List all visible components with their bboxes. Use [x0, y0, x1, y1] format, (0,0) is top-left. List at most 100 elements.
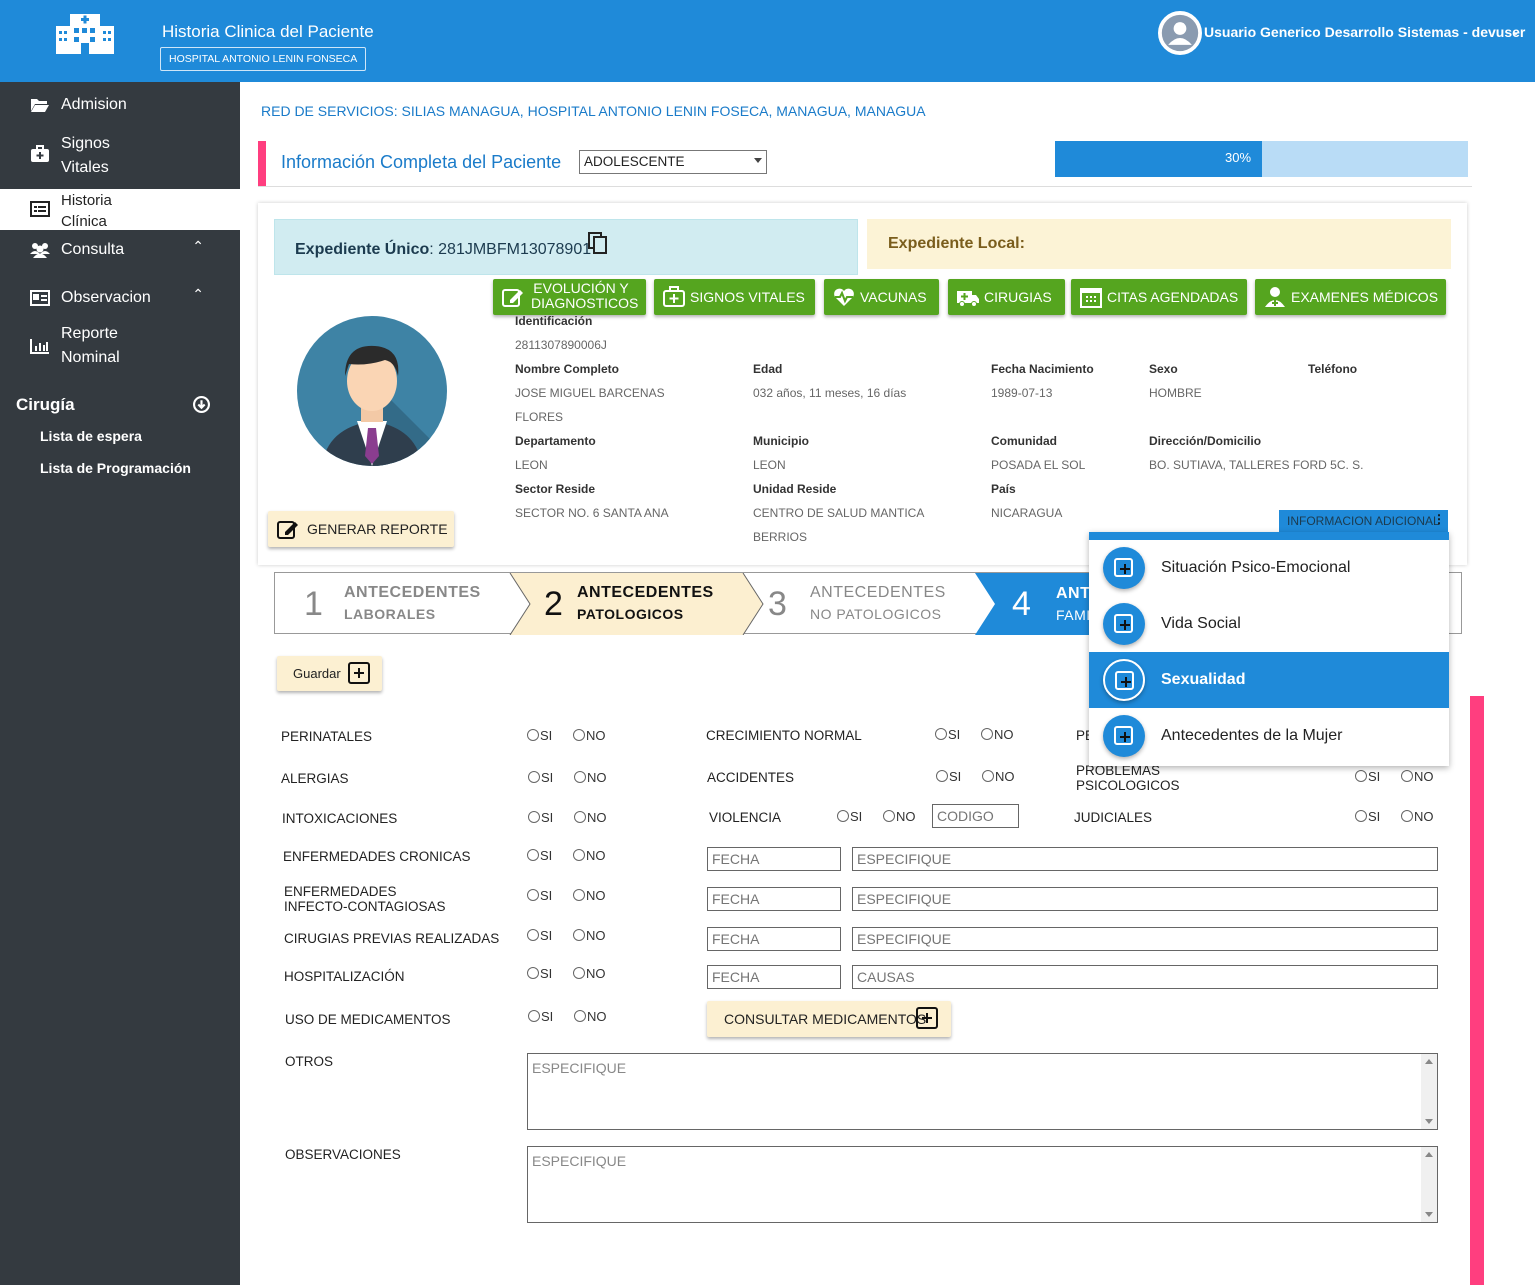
informacion-adicional-button[interactable]: INFORMACION ADICIONAL ⋮ — [1279, 510, 1448, 532]
sidebar-item-admision[interactable]: Admision — [0, 94, 240, 116]
menu-item-sexualidad[interactable]: Sexualidad — [1089, 652, 1449, 708]
informacion-adicional-menu: Situación Psico-Emocional Vida Social Se… — [1089, 532, 1449, 766]
chevron-down-icon[interactable]: ⌄ — [1510, 22, 1522, 39]
step-number: 1 — [304, 585, 323, 623]
accent-bar — [258, 141, 266, 186]
expediente-local-label: Expediente Local: — [888, 235, 1025, 252]
step-number: 3 — [768, 585, 787, 623]
unidad-value: CENTRO DE SALUD MANTICA — [753, 506, 925, 520]
radio-no[interactable]: NO — [573, 928, 606, 943]
sidebar-sub-lista-programacion[interactable]: Lista de Programación — [40, 460, 191, 476]
expediente-unico-box: Expediente Único: 281JMBFM13078901 — [274, 219, 858, 275]
sidebar-item-consulta[interactable]: Consulta ⌃ — [0, 238, 240, 262]
sidebar: Admision Signos Vitales Historia Clínica… — [0, 82, 240, 1285]
especifique-input[interactable] — [852, 887, 1438, 911]
dept-label: Departamento — [515, 434, 596, 448]
radio-si[interactable]: SI — [527, 728, 552, 743]
plus-circle-icon — [1103, 603, 1145, 645]
chevron-up-icon[interactable]: ⌃ — [192, 238, 204, 255]
button-label: CONSULTAR MEDICAMENTOS — [724, 1011, 927, 1027]
more-vertical-icon: ⋮ — [1433, 512, 1445, 526]
radio-no[interactable]: NO — [573, 888, 606, 903]
evolucion-diagnosticos-button[interactable]: EVOLUCIÓN Y DIAGNOSTICOS — [493, 279, 646, 315]
radio-si[interactable]: SI — [1355, 809, 1380, 824]
fecha-input[interactable] — [707, 847, 841, 871]
user-name[interactable]: Usuario Generico Desarrollo Sistemas - d… — [1204, 24, 1525, 40]
sidebar-item-observacion[interactable]: Observacion ⌃ — [0, 286, 240, 310]
sidebar-item-historia-clinica[interactable]: Historia Clínica — [0, 189, 240, 230]
radio-no[interactable]: NO — [574, 810, 607, 825]
fecha-input[interactable] — [707, 927, 841, 951]
chevron-up-icon[interactable]: ⌃ — [192, 286, 204, 303]
sex-value: HOMBRE — [1149, 386, 1202, 400]
radio-no[interactable]: NO — [573, 848, 606, 863]
menu-item-antecedentes-mujer[interactable]: Antecedentes de la Mujer — [1089, 708, 1449, 764]
age-group-select[interactable]: ADOLESCENTE — [579, 150, 767, 174]
radio-no[interactable]: NO — [574, 1009, 607, 1024]
menu-item-vida-social[interactable]: Vida Social — [1089, 596, 1449, 652]
id-value: 2811307890006J — [515, 338, 607, 352]
citas-agendadas-button[interactable]: CITAS AGENDADAS — [1071, 279, 1247, 315]
radio-no[interactable]: NO — [574, 770, 607, 785]
button-label: VACUNAS — [860, 289, 927, 305]
radio-si[interactable]: SI — [936, 769, 961, 784]
generar-reporte-button[interactable]: GENERAR REPORTE — [268, 511, 454, 547]
name-value-2: FLORES — [515, 410, 564, 424]
field-label: ACCIDENTES — [707, 770, 795, 785]
birth-value: 1989-07-13 — [991, 386, 1053, 400]
radio-si[interactable]: SI — [527, 848, 552, 863]
radio-no[interactable]: NO — [982, 769, 1015, 784]
scrollbar[interactable] — [1421, 1147, 1437, 1222]
expediente-unico-label: Expediente Único — [295, 241, 430, 258]
vacunas-button[interactable]: VACUNAS — [824, 279, 939, 315]
sidebar-item-signos-vitales[interactable]: Signos Vitales — [0, 130, 240, 180]
radio-no[interactable]: NO — [883, 809, 916, 824]
age-label: Edad — [753, 362, 783, 376]
fecha-input[interactable] — [707, 887, 841, 911]
radio-si[interactable]: SI — [837, 809, 862, 824]
step-number: 4 — [1012, 585, 1031, 623]
circle-arrow-down-icon[interactable] — [193, 396, 210, 413]
scrollbar[interactable] — [1421, 1054, 1437, 1129]
sidebar-sub-lista-espera[interactable]: Lista de espera — [40, 428, 142, 444]
sidebar-item-label: Observacion — [61, 289, 151, 306]
radio-si[interactable]: SI — [935, 727, 960, 742]
sidebar-item-label: Admision — [61, 96, 127, 113]
signos-vitales-button[interactable]: SIGNOS VITALES — [654, 279, 815, 315]
bar-chart-icon — [30, 339, 49, 354]
radio-no[interactable]: NO — [981, 727, 1014, 742]
examenes-medicos-button[interactable]: EXAMENES MÉDICOS — [1255, 279, 1446, 315]
step-subtitle: NO PATOLOGICOS — [810, 606, 942, 622]
especifique-input[interactable] — [852, 927, 1438, 951]
radio-si[interactable]: SI — [527, 966, 552, 981]
causas-input[interactable] — [852, 965, 1438, 989]
user-avatar-icon[interactable] — [1158, 11, 1202, 55]
radio-si[interactable]: SI — [527, 888, 552, 903]
radio-no[interactable]: NO — [573, 728, 606, 743]
consultar-medicamentos-button[interactable]: CONSULTAR MEDICAMENTOS — [707, 1001, 951, 1037]
plus-circle-icon — [1103, 547, 1145, 589]
fecha-input[interactable] — [707, 965, 841, 989]
radio-no[interactable]: NO — [1401, 769, 1434, 784]
sidebar-section-cirugia[interactable]: Cirugía — [16, 395, 75, 415]
radio-no[interactable]: NO — [1401, 809, 1434, 824]
age-value: 032 años, 11 meses, 16 días — [753, 386, 907, 400]
field-label: USO DE MEDICAMENTOS — [285, 1012, 451, 1027]
menu-item-psico-emocional[interactable]: Situación Psico-Emocional — [1089, 540, 1449, 596]
copy-icon[interactable] — [588, 232, 608, 254]
radio-si[interactable]: SI — [527, 928, 552, 943]
radio-si[interactable]: SI — [528, 810, 553, 825]
otros-textarea[interactable]: ESPECIFIQUE — [527, 1053, 1438, 1130]
observaciones-textarea[interactable]: ESPECIFIQUE — [527, 1146, 1438, 1223]
chevron-down-icon — [754, 158, 762, 163]
radio-si[interactable]: SI — [1355, 769, 1380, 784]
codigo-input[interactable] — [932, 804, 1019, 828]
radio-no[interactable]: NO — [573, 966, 606, 981]
cirugias-button[interactable]: CIRUGIAS — [948, 279, 1065, 315]
radio-si[interactable]: SI — [528, 770, 553, 785]
sidebar-item-reporte-nominal[interactable]: Reporte Nominal — [0, 322, 240, 372]
radio-si[interactable]: SI — [528, 1009, 553, 1024]
sector-value: SECTOR NO. 6 SANTA ANA — [515, 506, 669, 520]
especifique-input[interactable] — [852, 847, 1438, 871]
guardar-button[interactable]: Guardar — [277, 656, 382, 691]
